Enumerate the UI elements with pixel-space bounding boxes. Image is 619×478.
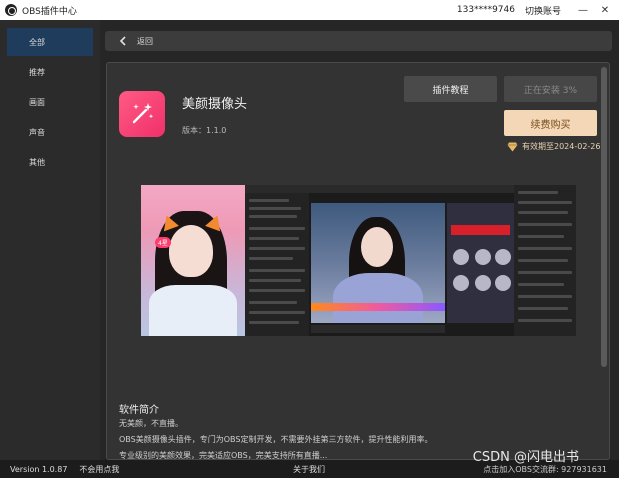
join-group-link[interactable]: 点击加入OBS交流群: 927931631 <box>483 464 607 475</box>
back-button[interactable]: 返回 <box>137 36 153 47</box>
sidebar-item-recommended[interactable]: 推荐 <box>7 58 93 86</box>
scrollbar[interactable] <box>601 63 607 459</box>
preview-phone-view: 4星 <box>141 185 245 336</box>
sidebar-item-all[interactable]: 全部 <box>7 28 93 56</box>
close-icon[interactable]: ✕ <box>597 0 613 20</box>
plugin-name: 美颜摄像头 <box>182 97 248 112</box>
main-panel: 返回 美颜摄像头 版本：1.1.0 插件教程 正在安装 3% 续费购买 有效期至… <box>100 20 619 460</box>
diamond-icon <box>507 142 518 151</box>
account-number: 133****9746 <box>456 5 515 15</box>
watermark-text: CSDN @闪电出书 <box>472 450 579 465</box>
sidebar-item-label: 全部 <box>29 37 45 47</box>
top-navigation: 返回 <box>105 31 612 51</box>
chevron-left-icon[interactable] <box>113 31 133 51</box>
installing-status-button: 正在安装 3% <box>504 76 597 102</box>
about-us-link[interactable]: 关于我们 <box>293 464 325 475</box>
preview-settings-panel <box>514 185 576 336</box>
sidebar-item-label: 画面 <box>29 97 45 107</box>
renew-purchase-button[interactable]: 续费购买 <box>504 110 597 136</box>
plugin-tutorial-button[interactable]: 插件教程 <box>404 76 497 102</box>
scroll-thumb[interactable] <box>601 67 607 367</box>
sidebar-item-label: 声音 <box>29 127 45 137</box>
sidebar: 全部 推荐 画面 声音 其他 <box>0 20 100 460</box>
magic-wand-icon <box>119 91 165 137</box>
plugin-preview-image: 4星 <box>141 185 576 336</box>
plugin-version: 版本：1.1.0 <box>182 126 227 135</box>
intro-title: 软件简介 <box>119 405 159 416</box>
preview-obs-window <box>245 185 514 336</box>
title-bar: OBS插件中心 133****9746 切换账号 — ✕ <box>0 0 619 20</box>
sidebar-item-audio[interactable]: 声音 <box>7 118 93 146</box>
obs-logo-icon <box>5 4 17 16</box>
plugin-detail-card: 美颜摄像头 版本：1.1.0 插件教程 正在安装 3% 续费购买 有效期至202… <box>106 62 610 460</box>
intro-text: 专业级别的美颜效果，完美适应OBS，完美支持所有直播... <box>119 451 328 460</box>
switch-account-button[interactable]: 切换账号 <box>525 4 561 17</box>
window-title: OBS插件中心 <box>22 6 77 17</box>
sidebar-item-label: 推荐 <box>29 67 45 77</box>
validity-info: 有效期至2024-02-26 <box>507 141 601 152</box>
sidebar-item-label: 其他 <box>29 157 45 167</box>
preview-badge: 4星 <box>155 237 171 248</box>
sidebar-item-other[interactable]: 其他 <box>7 148 93 176</box>
validity-text: 有效期至2024-02-26 <box>522 142 601 151</box>
intro-text: 无美颜，不直播。 <box>119 419 183 428</box>
intro-text: OBS美颜摄像头插件，专门为OBS定制开发，不需要外挂第三方软件，提升性能利用率… <box>119 435 433 444</box>
footer-bar: Version 1.0.87 不会用点我 关于我们 CSDN @闪电出书 点击加… <box>0 450 619 478</box>
sidebar-item-video[interactable]: 画面 <box>7 88 93 116</box>
help-link[interactable]: 不会用点我 <box>79 464 119 475</box>
version-label: Version 1.0.87 <box>10 464 68 474</box>
minimize-icon[interactable]: — <box>575 0 591 20</box>
